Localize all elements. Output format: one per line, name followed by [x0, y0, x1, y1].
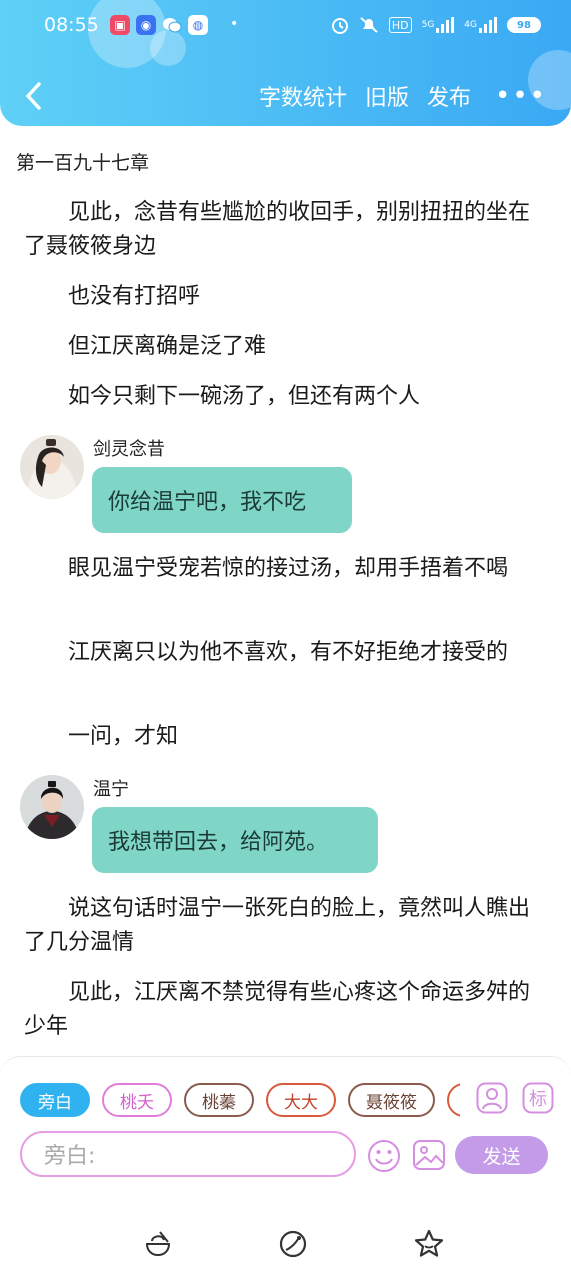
mute-icon — [359, 15, 379, 35]
status-dot: • — [230, 16, 239, 32]
character-button[interactable] — [476, 1082, 508, 1114]
signal-5g-icon: 5G — [422, 15, 455, 35]
speech-bubble[interactable]: 我想带回去，给阿苑。 — [92, 807, 378, 873]
role-chips: 旁白 桃夭 桃蓁 大大 聂筱筱 聂 — [20, 1083, 460, 1121]
speaker-name: 温宁 — [93, 779, 129, 800]
alarm-icon — [331, 15, 349, 35]
image-button[interactable] — [412, 1138, 446, 1172]
signal-4g-label: 4G — [464, 20, 477, 30]
paragraph[interactable]: 但江厌离确是泛了难 — [24, 330, 534, 364]
paragraph[interactable]: 江厌离只以为他不喜欢，有不好拒绝才接受的 — [24, 636, 534, 670]
role-chip[interactable]: 桃夭 — [102, 1083, 172, 1117]
dialogue-message[interactable]: 剑灵念昔 你给温宁吧，我不吃 — [20, 435, 550, 535]
paragraph[interactable]: 如今只剩下一碗汤了，但还有两个人 — [24, 380, 534, 414]
top-toolbar: 字数统计 旧版 发布 ••• — [0, 72, 571, 120]
hd-icon: HD — [388, 17, 412, 33]
speech-bubble[interactable]: 你给温宁吧，我不吃 — [92, 467, 352, 533]
star-icon[interactable] — [413, 1228, 445, 1260]
mark-button[interactable]: 标 — [522, 1082, 554, 1114]
role-chip-narration[interactable]: 旁白 — [20, 1083, 90, 1117]
paragraph[interactable]: 一问，才知 — [24, 720, 534, 754]
publish-button[interactable]: 发布 — [427, 80, 471, 112]
smiley-icon — [368, 1140, 400, 1172]
bowl-icon[interactable] — [142, 1228, 174, 1260]
speaker-name: 剑灵念昔 — [93, 439, 165, 460]
paragraph[interactable]: 眼见温宁受宠若惊的接过汤，却用手捂着不喝 — [24, 552, 534, 586]
video-app-icon: ▣ — [110, 15, 130, 35]
avatar-woman-icon[interactable] — [20, 435, 84, 499]
old-version-button[interactable]: 旧版 — [365, 80, 409, 112]
send-button[interactable]: 发送 — [455, 1136, 548, 1174]
image-icon — [413, 1140, 445, 1170]
message-input[interactable]: 旁白: — [20, 1131, 356, 1177]
more-menu-button[interactable]: ••• — [495, 81, 547, 111]
signal-5g-label: 5G — [421, 20, 435, 30]
dialogue-message[interactable]: 温宁 我想带回去，给阿苑。 — [20, 775, 550, 875]
planet-icon[interactable] — [277, 1228, 309, 1260]
baidu-icon: ◍ — [188, 15, 208, 35]
app-header: 08:55 ▣ ◉ ◍ • HD 5G 4G 98 字数统计 旧版 发布 ••• — [0, 0, 571, 126]
status-bar: 08:55 ▣ ◉ ◍ • HD 5G 4G 98 — [0, 8, 571, 44]
chat-app-icon: ◉ — [136, 15, 156, 35]
chapter-title[interactable]: 第一百九十七章 — [16, 148, 149, 175]
status-time: 08:55 — [44, 14, 99, 36]
person-icon — [476, 1082, 508, 1114]
battery-icon: 98 — [507, 17, 541, 33]
emoji-button[interactable] — [366, 1138, 402, 1174]
wechat-icon — [162, 15, 182, 35]
signal-4g-icon: 4G — [464, 15, 497, 35]
mark-icon: 标 — [522, 1082, 554, 1114]
role-chip[interactable]: 聂 — [447, 1083, 460, 1117]
bottom-toolbar — [0, 1212, 571, 1280]
role-chip[interactable]: 大大 — [266, 1083, 336, 1117]
mark-label: 标 — [529, 1089, 547, 1110]
system-icons: HD 5G 4G 98 — [331, 15, 541, 35]
paragraph[interactable]: 见此，念昔有些尴尬的收回手，别别扭扭的坐在了聂筱筱身边 — [24, 196, 534, 264]
paragraph[interactable]: 说这句话时温宁一张死白的脸上，竟然叫人瞧出了几分温情 — [24, 892, 534, 960]
word-count-button[interactable]: 字数统计 — [259, 80, 347, 112]
chevron-left-icon — [26, 82, 41, 110]
avatar-man-icon[interactable] — [20, 775, 84, 839]
paragraph[interactable]: 也没有打招呼 — [24, 280, 534, 314]
notification-icons: ▣ ◉ ◍ — [110, 15, 208, 35]
role-chip[interactable]: 聂筱筱 — [348, 1083, 435, 1117]
back-button[interactable] — [18, 76, 48, 116]
role-chip[interactable]: 桃蓁 — [184, 1083, 254, 1117]
paragraph[interactable]: 见此，江厌离不禁觉得有些心疼这个命运多舛的少年 — [24, 976, 534, 1044]
